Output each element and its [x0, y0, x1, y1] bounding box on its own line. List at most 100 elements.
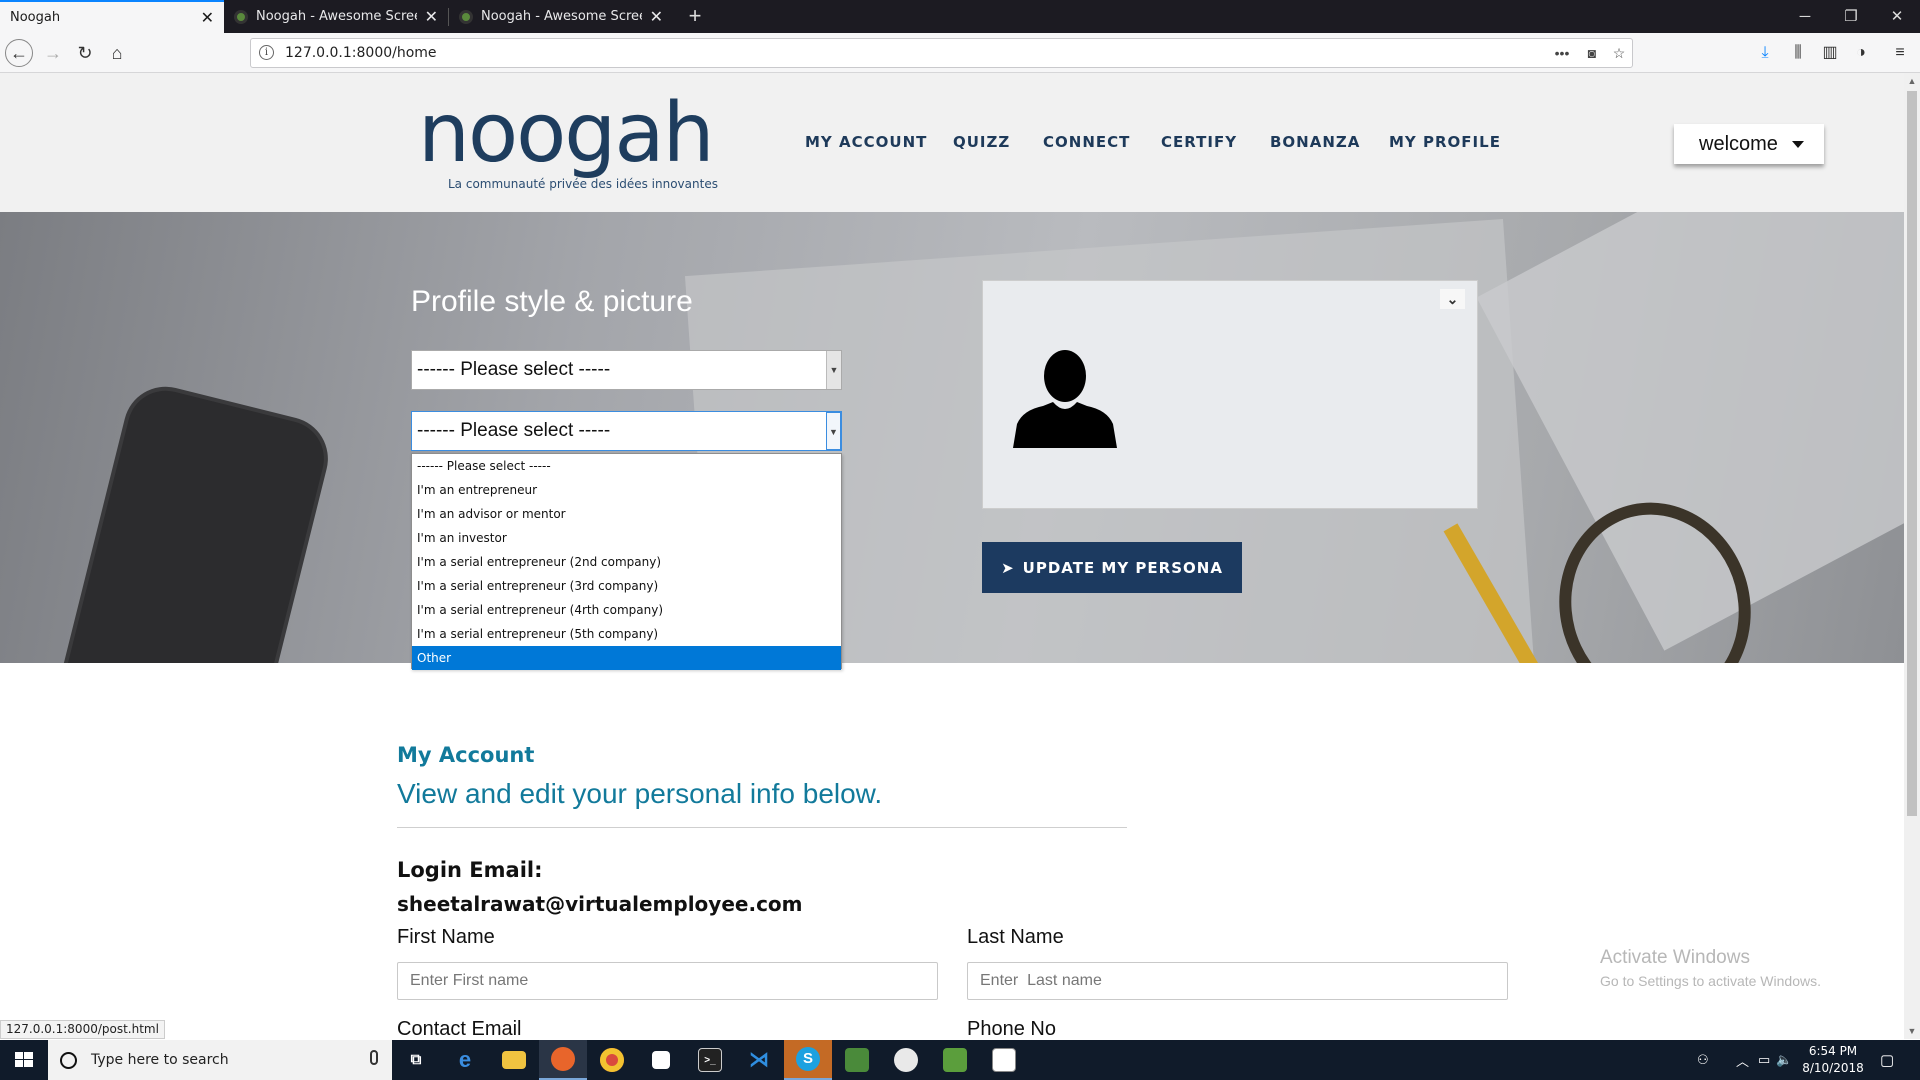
address-bar[interactable]: i 127.0.0.1:8000/home ••• ◙ ☆ — [250, 38, 1633, 68]
first-name-input[interactable] — [397, 962, 938, 1000]
extension-icon[interactable]: ◑ — [1849, 41, 1873, 65]
task-view-icon[interactable]: ⧉ — [392, 1040, 440, 1080]
last-name-label: Last Name — [967, 926, 1064, 948]
nav-certify[interactable]: CERTIFY — [1161, 133, 1237, 151]
restore-icon[interactable]: ❐ — [1828, 0, 1874, 33]
persona-picture-panel: ⌄ — [982, 280, 1478, 509]
cortana-circle-icon — [60, 1051, 77, 1069]
pocket-icon[interactable]: ◙ — [1581, 42, 1603, 64]
edge-browser-icon[interactable]: e — [441, 1040, 489, 1080]
people-icon[interactable]: ⚇ — [1697, 1040, 1709, 1080]
taskbar-clock[interactable]: 6:54 PM 8/10/2018 — [1793, 1043, 1873, 1077]
archive-app-icon[interactable] — [833, 1040, 881, 1080]
option-serial-5th[interactable]: I'm a serial entrepreneur (5th company) — [412, 622, 841, 646]
favicon-icon — [234, 9, 248, 24]
browser-nav-bar: ← → ↻ ⌂ i 127.0.0.1:8000/home ••• ◙ ☆ ⤓ … — [0, 33, 1920, 73]
scrollbar-thumb[interactable] — [1907, 91, 1917, 816]
scroll-up-arrow-icon[interactable]: ▲ — [1904, 73, 1920, 89]
tray-chevron-up-icon[interactable]: ︿ — [1736, 1040, 1749, 1080]
sticky-notes-icon[interactable] — [637, 1040, 685, 1080]
option-investor[interactable]: I'm an investor — [412, 526, 841, 550]
scroll-down-arrow-icon[interactable]: ▼ — [1904, 1023, 1920, 1039]
tab-title: Noogah — [10, 10, 61, 25]
new-tab-plus-icon[interactable]: + — [680, 0, 710, 33]
option-advisor-mentor[interactable]: I'm an advisor or mentor — [412, 502, 841, 526]
terminal-icon[interactable]: >_ — [686, 1040, 734, 1080]
volume-icon[interactable]: 🔈 — [1776, 1040, 1792, 1080]
windows-taskbar: Type here to search ⧉ e >_ ⋊ S ⚇ ︿ ▭ 🔈 6… — [0, 1040, 1920, 1080]
update-persona-button[interactable]: ➤ UPDATE MY PERSONA — [982, 542, 1242, 593]
site-info-icon[interactable]: i — [259, 45, 274, 60]
paint-app-icon[interactable] — [882, 1040, 930, 1080]
profile-style-title: Profile style & picture — [411, 285, 693, 318]
nav-my-account[interactable]: MY ACCOUNT — [805, 133, 927, 151]
clock-time: 6:54 PM — [1808, 1044, 1858, 1058]
paper-plane-icon: ➤ — [1001, 558, 1015, 577]
hamburger-menu-icon[interactable]: ≡ — [1888, 41, 1912, 65]
tab-noogah-screenshot-2[interactable]: Noogah - Awesome Screen Sho ✕ — [449, 0, 673, 33]
forward-arrow-icon[interactable]: → — [38, 38, 68, 68]
close-tab-icon[interactable]: ✕ — [201, 8, 214, 27]
option-serial-3rd[interactable]: I'm a serial entrepreneur (3rd company) — [412, 574, 841, 598]
sidebar-icon[interactable]: ▥ — [1818, 41, 1842, 65]
reload-icon[interactable]: ↻ — [70, 38, 100, 68]
close-window-icon[interactable]: ✕ — [1874, 0, 1920, 33]
file-explorer-icon[interactable] — [490, 1040, 538, 1080]
url-text[interactable]: 127.0.0.1:8000/home — [285, 45, 437, 61]
page-actions-icon[interactable]: ••• — [1551, 42, 1573, 64]
tab-noogah[interactable]: Noogah ✕ — [0, 0, 224, 33]
tab-title: Noogah - Awesome Screen Sho — [481, 9, 642, 24]
library-icon[interactable]: ⫼ — [1786, 41, 1810, 65]
option-serial-4th[interactable]: I'm a serial entrepreneur (4rth company) — [412, 598, 841, 622]
network-icon[interactable]: ▭ — [1758, 1040, 1770, 1080]
close-tab-icon[interactable]: ✕ — [425, 7, 438, 26]
photos-app-icon[interactable] — [980, 1040, 1028, 1080]
my-account-subtitle: View and edit your personal info below. — [397, 778, 883, 809]
tab-title: Noogah - Awesome Screen Sho — [256, 9, 417, 24]
activate-windows-hint: Go to Settings to activate Windows. — [1600, 973, 1821, 989]
login-email-label: Login Email: — [397, 858, 543, 882]
avatar-silhouette-icon — [1013, 350, 1117, 448]
page-scrollbar[interactable]: ▲ ▼ — [1904, 73, 1920, 1039]
link-status-url: 127.0.0.1:8000/post.html — [0, 1020, 165, 1039]
nav-bonanza[interactable]: BONANZA — [1270, 133, 1360, 151]
tab-noogah-screenshot-1[interactable]: Noogah - Awesome Screen Sho ✕ — [224, 0, 448, 33]
start-windows-icon[interactable] — [0, 1040, 48, 1080]
update-persona-label: UPDATE MY PERSONA — [1022, 558, 1223, 577]
last-name-input[interactable] — [967, 962, 1508, 1000]
chrome-icon[interactable] — [588, 1040, 636, 1080]
site-header: noogah La communauté privée des idées in… — [0, 73, 1904, 212]
taskbar-search-box[interactable]: Type here to search — [48, 1040, 392, 1080]
section-divider — [397, 827, 1127, 828]
action-center-icon[interactable]: ▢ — [1880, 1040, 1894, 1080]
back-arrow-icon[interactable]: ← — [5, 39, 33, 67]
welcome-dropdown-button[interactable]: welcome — [1674, 124, 1824, 164]
vscode-icon[interactable]: ⋊ — [735, 1040, 783, 1080]
nav-my-profile[interactable]: MY PROFILE — [1389, 133, 1501, 151]
logo-tagline: La communauté privée des idées innovante… — [448, 177, 718, 191]
option-other[interactable]: Other — [412, 646, 841, 670]
close-tab-icon[interactable]: ✕ — [650, 7, 663, 26]
download-icon[interactable]: ⤓ — [1753, 41, 1777, 65]
chevron-down-icon[interactable]: ⌄ — [1440, 289, 1465, 309]
profile-style-select[interactable]: ------ Please select ----- ▼ — [411, 350, 842, 390]
option-serial-2nd[interactable]: I'm a serial entrepreneur (2nd company) — [412, 550, 841, 574]
nav-connect[interactable]: CONNECT — [1043, 133, 1130, 151]
noogah-logo[interactable]: noogah — [418, 93, 715, 175]
nav-quizz[interactable]: QUIZZ — [953, 133, 1010, 151]
select-value: ------ Please select ----- — [417, 359, 611, 380]
persona-type-select[interactable]: ------ Please select ----- ▼ — [411, 411, 842, 451]
option-entrepreneur[interactable]: I'm an entrepreneur — [412, 478, 841, 502]
minimize-icon[interactable]: ─ — [1782, 0, 1828, 33]
microphone-icon[interactable] — [370, 1050, 378, 1065]
bookmark-star-icon[interactable]: ☆ — [1608, 42, 1630, 64]
contact-email-label: Contact Email — [397, 1018, 522, 1040]
skype-icon[interactable]: S — [784, 1040, 832, 1080]
first-name-label: First Name — [397, 926, 495, 948]
option-please-select[interactable]: ------ Please select ----- — [412, 454, 841, 478]
home-icon[interactable]: ⌂ — [102, 38, 132, 68]
spreadsheet-app-icon[interactable] — [931, 1040, 979, 1080]
chevron-down-icon[interactable]: ▼ — [826, 412, 841, 450]
firefox-icon[interactable] — [539, 1040, 587, 1080]
chevron-down-icon[interactable]: ▼ — [826, 351, 841, 389]
